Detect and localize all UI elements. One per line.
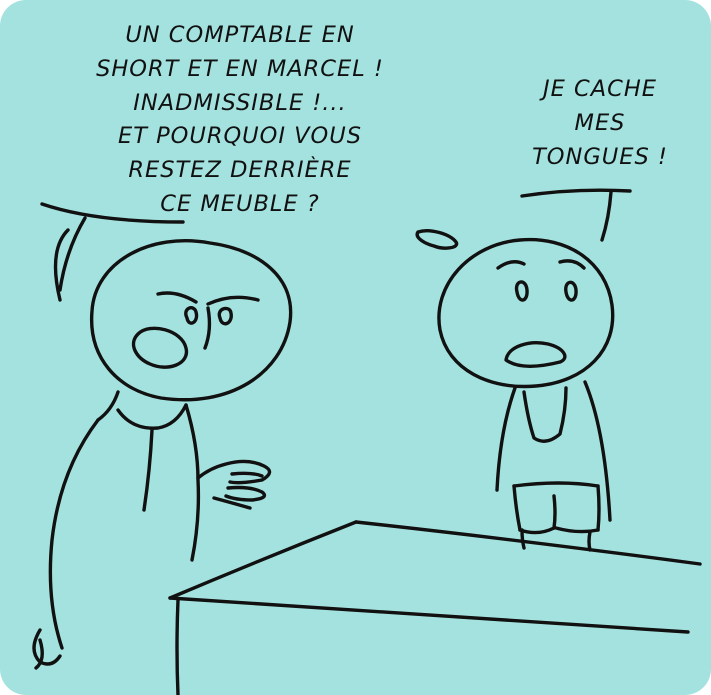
comic-panel: UN COMPTABLE EN SHORT ET EN MARCEL ! INA… (0, 0, 711, 695)
boss-mouth (131, 326, 189, 369)
boss-hand (196, 459, 272, 485)
speech-line: MES (574, 109, 626, 136)
employee-eye-left (514, 280, 529, 302)
boss-head (89, 239, 293, 402)
speech-line: RESTEZ DERRIÈRE (128, 157, 352, 184)
speech-bubble-employee: JE CACHE MES TONGUES ! (500, 73, 700, 174)
speech-line: INADMISSIBLE !... (133, 89, 347, 116)
speech-line: TONGUES ! (532, 143, 668, 170)
speech-tail-right (520, 188, 632, 242)
boss-eye-right (217, 306, 233, 326)
speech-line: SHORT ET EN MARCEL ! (96, 55, 384, 82)
employee-eye-right (564, 280, 578, 302)
speech-line: CE MEUBLE ? (160, 190, 320, 217)
speech-bubble-accountant: UN COMPTABLE EN SHORT ET EN MARCEL ! INA… (20, 19, 460, 222)
boss-eye-left (184, 306, 199, 325)
speech-line: UN COMPTABLE EN (125, 22, 355, 48)
speech-line: ET POURQUOI VOUS (117, 123, 363, 150)
employee-mouth (504, 341, 567, 368)
furniture-cabinet (168, 520, 702, 695)
employee-character (415, 229, 615, 552)
speech-line: JE CACHE (543, 76, 657, 102)
